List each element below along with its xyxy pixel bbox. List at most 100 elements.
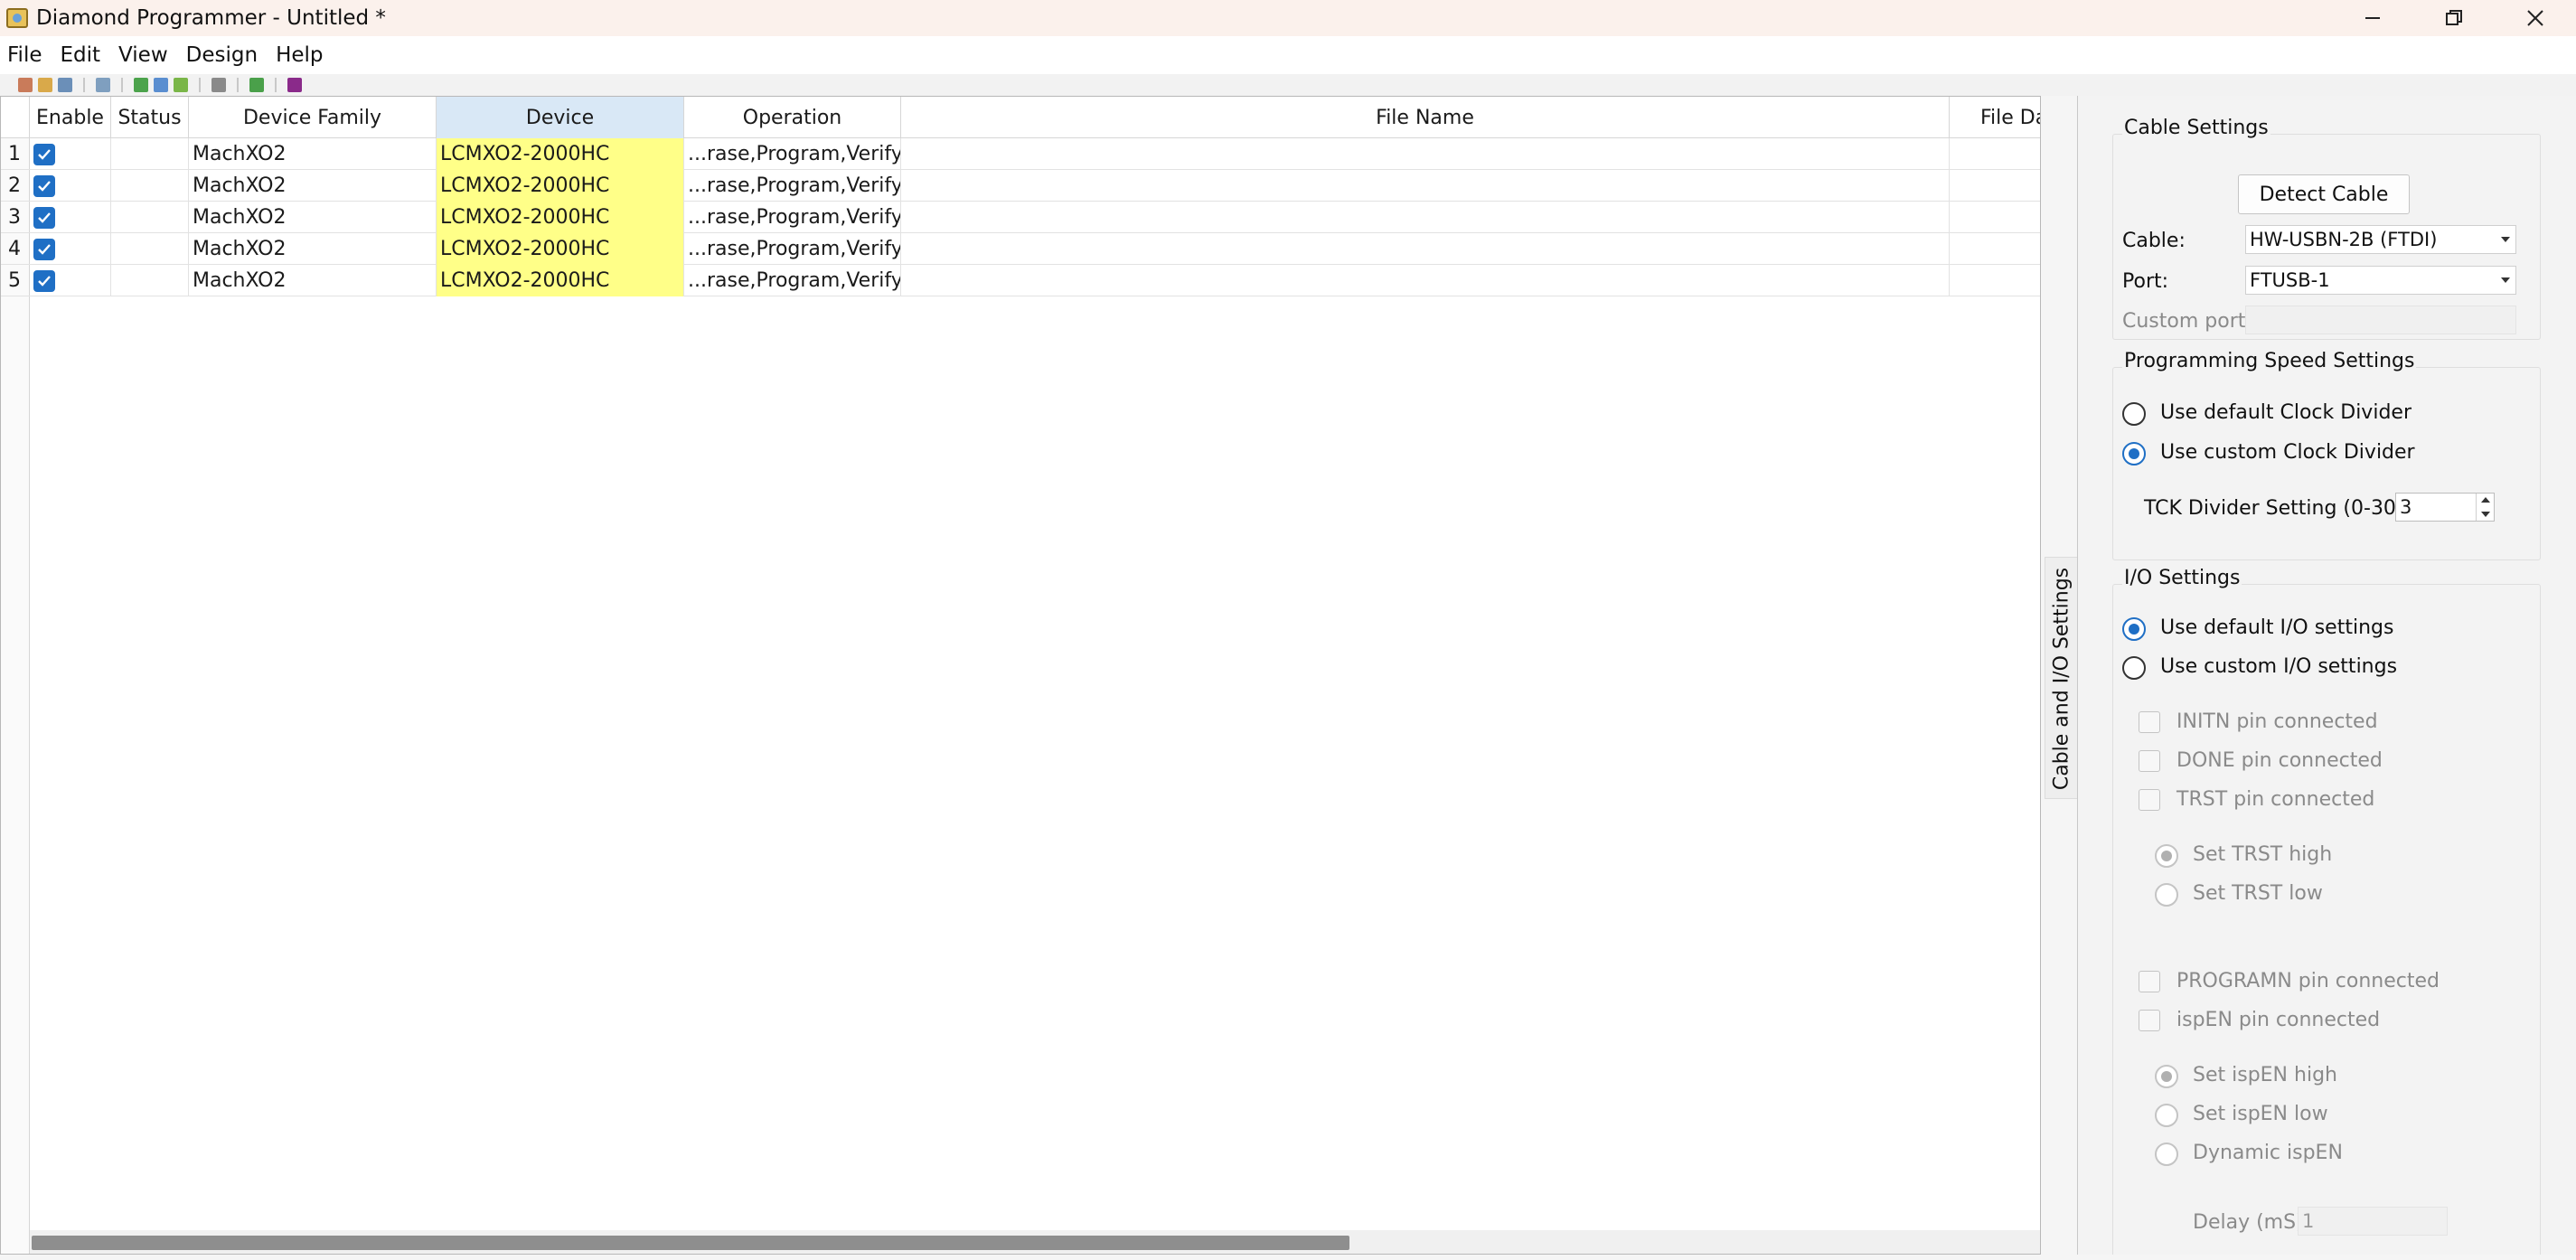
file-name-cell[interactable] bbox=[901, 233, 1950, 265]
ispen-low-radio[interactable] bbox=[2155, 1104, 2178, 1127]
menu-design[interactable]: Design bbox=[177, 43, 267, 67]
program-icon[interactable] bbox=[174, 78, 188, 92]
delay-input[interactable]: 1 bbox=[2298, 1207, 2448, 1236]
enable-checkbox[interactable] bbox=[33, 174, 55, 197]
enable-checkbox[interactable] bbox=[33, 206, 55, 229]
column-header-enable[interactable]: Enable bbox=[30, 97, 111, 138]
device-cell[interactable]: LCMXO2-2000HC bbox=[437, 138, 684, 170]
program-icon[interactable] bbox=[154, 78, 168, 92]
custom-divider-label[interactable]: Use custom Clock Divider bbox=[2160, 441, 2415, 464]
table-row[interactable]: 4 MachXO2 LCMXO2-2000HC ...rase,Program,Ver… bbox=[1, 233, 2040, 265]
operation-cell[interactable]: ...rase,Program,Verify bbox=[684, 170, 901, 202]
settings-icon[interactable] bbox=[249, 78, 264, 92]
scrollbar-thumb[interactable] bbox=[32, 1236, 1349, 1250]
scan-icon[interactable] bbox=[96, 78, 110, 92]
port-select[interactable]: FTUSB-1 bbox=[2245, 266, 2516, 295]
device-family-cell[interactable]: MachXO2 bbox=[189, 265, 437, 296]
column-header-device-family[interactable]: Device Family bbox=[189, 97, 437, 138]
default-io-label[interactable]: Use default I/O settings bbox=[2160, 616, 2393, 639]
menu-view[interactable]: View bbox=[109, 43, 177, 67]
device-cell[interactable]: LCMXO2-2000HC bbox=[437, 170, 684, 202]
file-name-cell[interactable] bbox=[901, 138, 1950, 170]
check-icon bbox=[38, 243, 51, 255]
ispen-dynamic-radio[interactable] bbox=[2155, 1142, 2178, 1166]
device-family-cell[interactable]: MachXO2 bbox=[189, 170, 437, 202]
window-controls bbox=[2332, 0, 2576, 36]
custom-port-input[interactable] bbox=[2245, 306, 2516, 334]
minimize-button[interactable] bbox=[2332, 0, 2413, 36]
enable-cell[interactable] bbox=[30, 138, 111, 170]
enable-cell[interactable] bbox=[30, 202, 111, 233]
menu-edit[interactable]: Edit bbox=[52, 43, 110, 67]
column-header-file-date[interactable]: File Da bbox=[1950, 97, 2040, 138]
operation-cell[interactable]: ...rase,Program,Verify bbox=[684, 233, 901, 265]
device-cell[interactable]: LCMXO2-2000HC bbox=[437, 265, 684, 296]
default-divider-radio[interactable] bbox=[2122, 402, 2146, 426]
config-icon[interactable] bbox=[212, 78, 226, 92]
row-number-header bbox=[1, 97, 30, 137]
device-family-cell[interactable]: MachXO2 bbox=[189, 202, 437, 233]
enable-cell[interactable] bbox=[30, 233, 111, 265]
chevron-down-icon bbox=[2501, 237, 2510, 242]
cable-select[interactable]: HW-USBN-2B (FTDI) bbox=[2245, 225, 2516, 254]
trst-label: TRST pin connected bbox=[2176, 788, 2375, 811]
menu-file[interactable]: File bbox=[0, 43, 52, 67]
enable-checkbox[interactable] bbox=[33, 269, 55, 292]
file-name-cell[interactable] bbox=[901, 202, 1950, 233]
custom-io-radio[interactable] bbox=[2122, 656, 2146, 680]
column-header-operation[interactable]: Operation bbox=[684, 97, 901, 138]
spinner-arrows-icon[interactable] bbox=[2476, 494, 2494, 521]
column-header-device[interactable]: Device bbox=[437, 97, 684, 138]
table-row[interactable]: 2 MachXO2 LCMXO2-2000HC ...rase,Program,Ver… bbox=[1, 170, 2040, 202]
operation-cell[interactable]: ...rase,Program,Verify bbox=[684, 202, 901, 233]
enable-cell[interactable] bbox=[30, 170, 111, 202]
check-icon bbox=[38, 180, 51, 192]
open-icon[interactable] bbox=[38, 78, 52, 92]
side-tab-label: Cable and I/O Settings bbox=[2050, 567, 2073, 791]
save-icon[interactable] bbox=[58, 78, 72, 92]
file-date-cell bbox=[1950, 233, 2040, 265]
table-row[interactable]: 3 MachXO2 LCMXO2-2000HC ...rase,Program,Ver… bbox=[1, 202, 2040, 233]
default-divider-label[interactable]: Use default Clock Divider bbox=[2160, 401, 2411, 424]
operation-cell[interactable]: ...rase,Program,Verify bbox=[684, 138, 901, 170]
file-name-cell[interactable] bbox=[901, 170, 1950, 202]
new-icon[interactable] bbox=[18, 78, 33, 92]
program-icon[interactable] bbox=[134, 78, 148, 92]
device-family-cell[interactable]: MachXO2 bbox=[189, 138, 437, 170]
menu-help[interactable]: Help bbox=[267, 43, 332, 67]
restore-button[interactable] bbox=[2413, 0, 2495, 36]
default-io-radio[interactable] bbox=[2122, 617, 2146, 641]
status-cell bbox=[111, 138, 189, 170]
trst-low-radio[interactable] bbox=[2155, 883, 2178, 907]
enable-checkbox[interactable] bbox=[33, 143, 55, 165]
custom-io-label[interactable]: Use custom I/O settings bbox=[2160, 655, 2397, 678]
enable-checkbox[interactable] bbox=[33, 238, 55, 260]
column-header-file-name[interactable]: File Name bbox=[901, 97, 1950, 138]
detect-cable-button[interactable]: Detect Cable bbox=[2238, 174, 2410, 214]
tab-cable-io-settings[interactable]: Cable and I/O Settings bbox=[2045, 557, 2077, 799]
programn-label: PROGRAMN pin connected bbox=[2176, 970, 2440, 992]
device-cell[interactable]: LCMXO2-2000HC bbox=[437, 202, 684, 233]
table-row[interactable]: 1 MachXO2 LCMXO2-2000HC ...rase,Program,Ver… bbox=[1, 138, 2040, 170]
status-cell bbox=[111, 202, 189, 233]
table-row[interactable]: 5 MachXO2 LCMXO2-2000HC ...rase,Program,Ver… bbox=[1, 265, 2040, 296]
enable-cell[interactable] bbox=[30, 265, 111, 296]
horizontal-scrollbar[interactable] bbox=[30, 1230, 2040, 1254]
file-name-cell[interactable] bbox=[901, 265, 1950, 296]
initn-checkbox[interactable] bbox=[2139, 711, 2160, 733]
custom-divider-radio[interactable] bbox=[2122, 442, 2146, 465]
column-header-status[interactable]: Status bbox=[111, 97, 189, 138]
device-family-cell[interactable]: MachXO2 bbox=[189, 233, 437, 265]
trst-checkbox[interactable] bbox=[2139, 789, 2160, 811]
done-checkbox[interactable] bbox=[2139, 750, 2160, 772]
tck-divider-spinbox[interactable]: 3 bbox=[2395, 493, 2495, 522]
close-button[interactable] bbox=[2495, 0, 2576, 36]
ispen-high-radio[interactable] bbox=[2155, 1065, 2178, 1088]
operation-cell[interactable]: ...rase,Program,Verify bbox=[684, 265, 901, 296]
programn-checkbox[interactable] bbox=[2139, 971, 2160, 992]
trst-high-radio[interactable] bbox=[2155, 844, 2178, 868]
device-cell[interactable]: LCMXO2-2000HC bbox=[437, 233, 684, 265]
ispen-checkbox[interactable] bbox=[2139, 1010, 2160, 1031]
chip-icon[interactable] bbox=[287, 78, 302, 92]
restore-icon bbox=[2446, 10, 2462, 25]
